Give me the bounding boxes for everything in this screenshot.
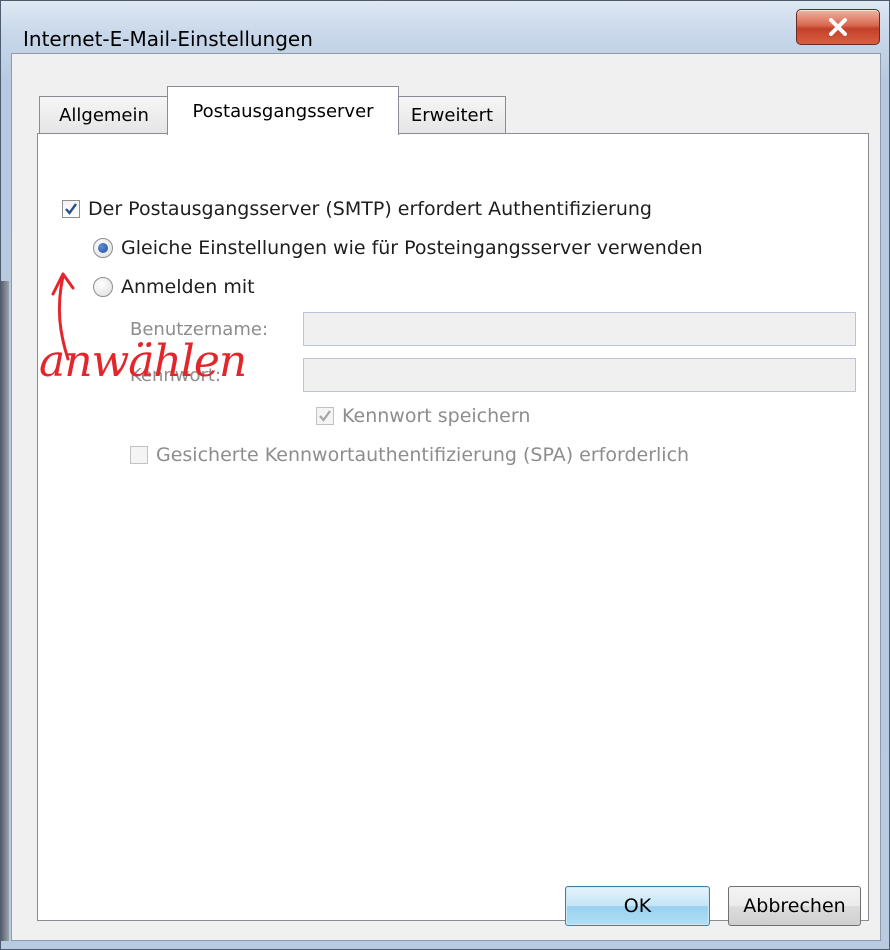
ok-button[interactable]: OK bbox=[565, 886, 710, 926]
window-title: Internet-E-Mail-Einstellungen bbox=[23, 27, 313, 51]
spa-checkbox[interactable] bbox=[130, 446, 148, 464]
radio-selected-dot bbox=[98, 243, 108, 253]
username-field[interactable] bbox=[303, 312, 856, 346]
tab-postausgangsserver[interactable]: Postausgangsserver bbox=[167, 86, 399, 135]
close-button[interactable] bbox=[796, 9, 880, 45]
annotation-text: anwählen bbox=[39, 336, 247, 387]
tab-panel: Der Postausgangsserver (SMTP) erfordert … bbox=[37, 133, 869, 921]
remember-password-checkbox[interactable] bbox=[316, 407, 334, 425]
same-settings-radio[interactable] bbox=[93, 238, 113, 258]
close-icon bbox=[827, 18, 849, 36]
smtp-auth-checkbox[interactable] bbox=[62, 200, 80, 218]
checkmark-icon bbox=[65, 203, 77, 215]
tab-allgemein[interactable]: Allgemein bbox=[39, 96, 169, 134]
remember-password-option[interactable]: Kennwort speichern bbox=[316, 405, 530, 427]
login-with-option[interactable]: Anmelden mit bbox=[93, 276, 255, 298]
login-with-label: Anmelden mit bbox=[121, 276, 255, 298]
same-settings-label: Gleiche Einstellungen wie für Posteingan… bbox=[121, 237, 703, 259]
checkmark-icon bbox=[319, 410, 331, 422]
same-settings-option[interactable]: Gleiche Einstellungen wie für Posteingan… bbox=[93, 237, 703, 259]
smtp-auth-label: Der Postausgangsserver (SMTP) erfordert … bbox=[88, 198, 652, 220]
tab-erweitert[interactable]: Erweitert bbox=[398, 96, 506, 134]
spa-option[interactable]: Gesicherte Kennwortauthentifizierung (SP… bbox=[130, 444, 689, 466]
remember-password-label: Kennwort speichern bbox=[342, 405, 531, 427]
window-edge bbox=[1, 281, 9, 941]
password-field[interactable] bbox=[303, 358, 856, 392]
login-with-radio[interactable] bbox=[93, 277, 113, 297]
dialog-window: Internet-E-Mail-Einstellungen Allgemein … bbox=[0, 0, 890, 950]
smtp-auth-option[interactable]: Der Postausgangsserver (SMTP) erfordert … bbox=[62, 198, 652, 220]
spa-label: Gesicherte Kennwortauthentifizierung (SP… bbox=[156, 444, 690, 466]
dialog-client-area: Allgemein Postausgangsserver Erweitert D… bbox=[11, 53, 881, 941]
cancel-button[interactable]: Abbrechen bbox=[728, 886, 861, 926]
